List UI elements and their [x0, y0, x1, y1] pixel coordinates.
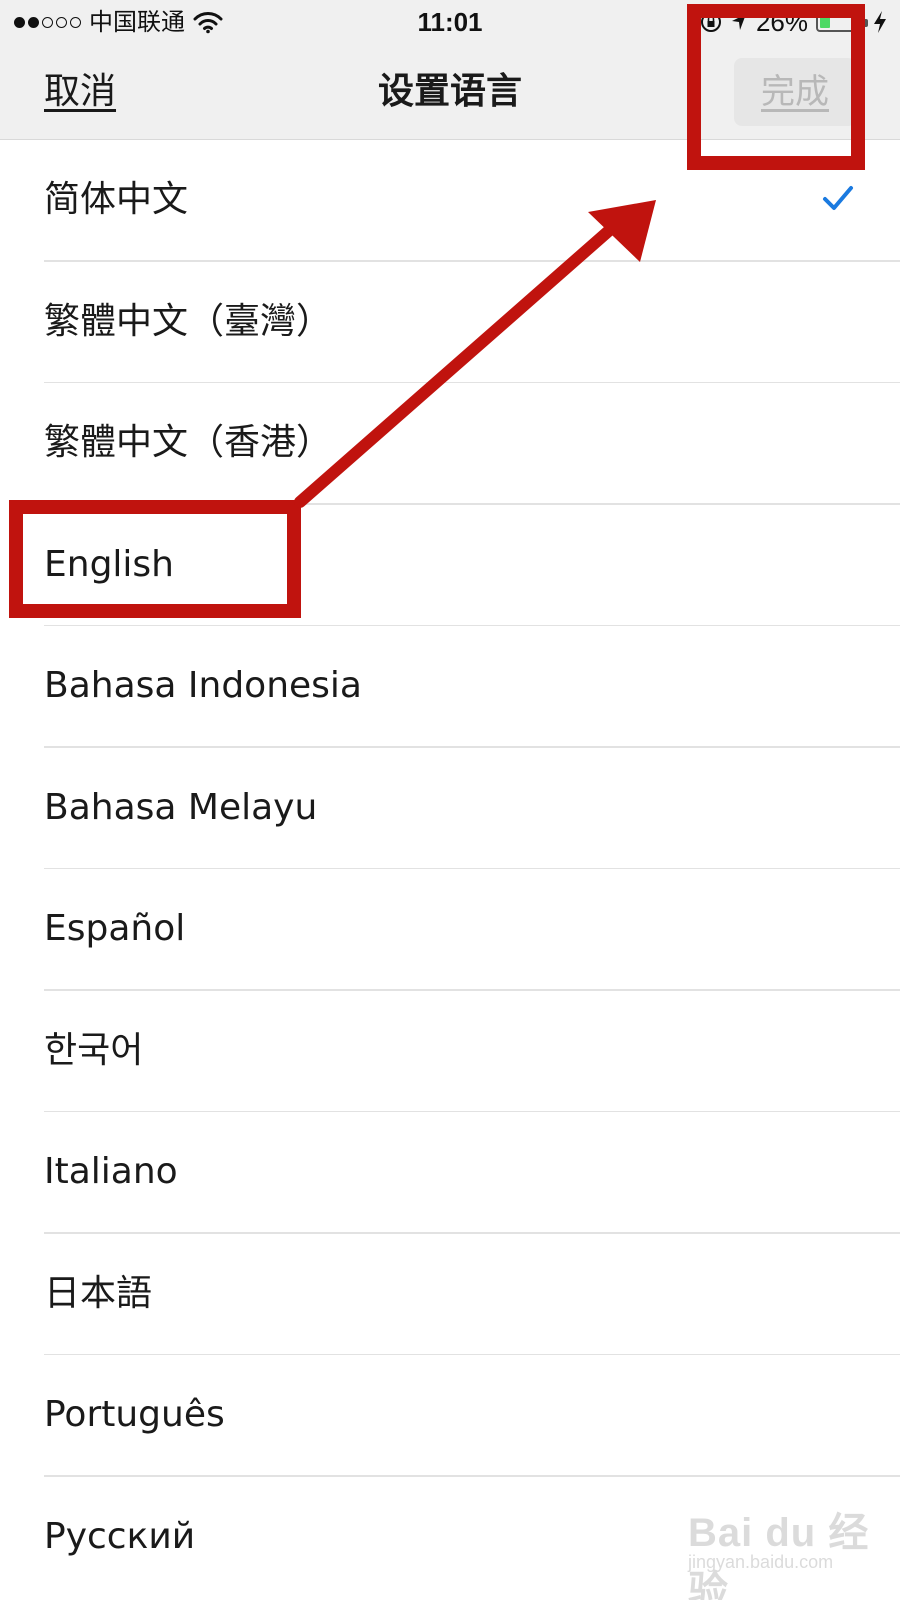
language-item[interactable]: 繁體中文（臺灣）: [0, 262, 900, 383]
language-item[interactable]: 日本語: [0, 1234, 900, 1355]
language-item[interactable]: Italiano: [0, 1112, 900, 1234]
battery-percent: 26%: [755, 7, 808, 37]
language-item[interactable]: Español: [0, 869, 900, 991]
language-label: 日本語: [44, 1272, 153, 1314]
language-label: Bahasa Melayu: [44, 786, 318, 828]
location-arrow-icon: [731, 14, 746, 30]
language-label: 简体中文: [44, 179, 189, 220]
watermark-url: jingyan.baidu.com: [688, 1552, 834, 1572]
language-label: 繁體中文（臺灣）: [44, 300, 333, 342]
language-item[interactable]: 繁體中文（香港）: [0, 383, 900, 505]
language-label: Русский: [44, 1515, 196, 1557]
status-bar: 中国联通 11:01 26%: [0, 0, 900, 44]
battery-icon: [816, 12, 868, 32]
language-label: English: [44, 543, 174, 585]
language-label: Bahasa Indonesia: [44, 665, 362, 706]
language-list: 简体中文 繁體中文（臺灣） 繁體中文（香港） English Bahasa In…: [0, 140, 900, 1598]
charging-bolt-icon: [874, 11, 886, 33]
language-item[interactable]: 简体中文: [0, 140, 900, 262]
language-settings-screen: 中国联通 11:01 26% 取消 设置语言 完成 简体中文 繁體中文（臺灣） …: [0, 0, 900, 1600]
done-button[interactable]: 完成: [734, 58, 856, 126]
battery-tip: [864, 19, 868, 27]
checkmark-icon: [823, 186, 853, 210]
language-item[interactable]: English: [0, 505, 900, 626]
language-label: 繁體中文（香港）: [44, 422, 333, 463]
navigation-bar: 取消 设置语言 完成: [0, 44, 900, 140]
language-item[interactable]: Bahasa Indonesia: [0, 626, 900, 748]
language-label: Español: [44, 908, 186, 949]
baidu-jingyan-watermark: Bai du 经验 jingyan.baidu.com: [688, 1500, 888, 1600]
watermark-brand: Bai du 经验: [688, 1511, 870, 1600]
status-right: 26%: [700, 8, 888, 36]
language-item[interactable]: Português: [0, 1355, 900, 1477]
language-label: Português: [44, 1394, 225, 1435]
language-item[interactable]: Bahasa Melayu: [0, 748, 900, 869]
language-label: 한국어: [44, 1029, 144, 1071]
rotation-lock-icon: [700, 12, 721, 32]
language-item[interactable]: 한국어: [0, 991, 900, 1112]
battery-level-fill: [820, 16, 830, 28]
language-label: Italiano: [44, 1151, 178, 1192]
